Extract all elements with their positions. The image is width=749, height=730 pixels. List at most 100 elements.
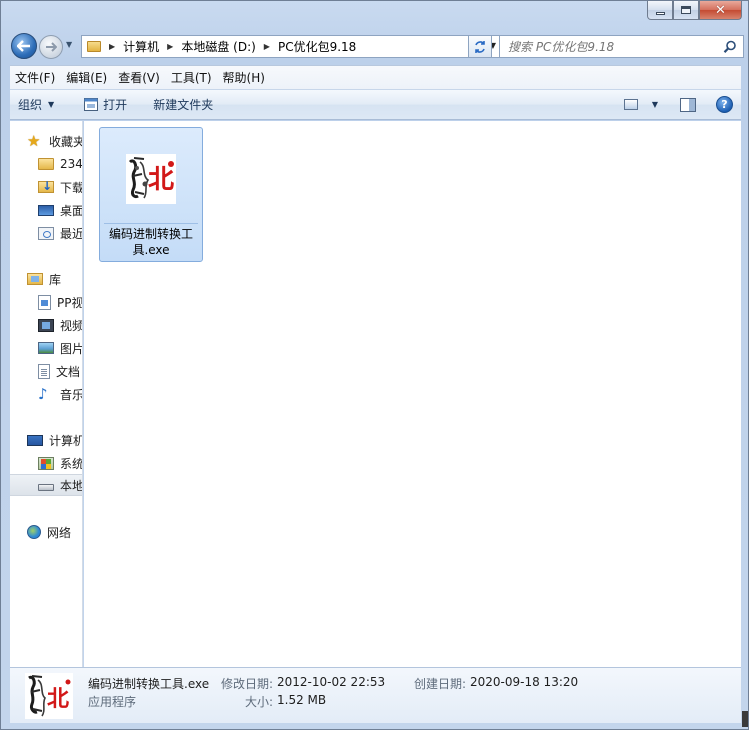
minimize-button[interactable] [647, 1, 673, 20]
details-badge-text: 北 [47, 686, 69, 712]
music-note-icon: ♪ [38, 385, 48, 403]
nav-item-label: 视频 [60, 318, 83, 333]
nav-item-label: 音乐 [60, 387, 83, 402]
file-icon-frame: 北 [104, 132, 198, 224]
nav-item-label: PP视频 [57, 295, 83, 310]
close-icon: ✕ [715, 2, 726, 18]
nav-item-label: 下载 [60, 180, 83, 195]
nav-computer[interactable]: 计算机 [27, 429, 83, 451]
nav-item-desktop[interactable]: 桌面 [38, 199, 82, 221]
exe-app-icon: 北 [25, 673, 73, 719]
nav-item-recent[interactable]: 最近访问的位置 [38, 222, 82, 244]
network-icon [27, 525, 41, 539]
folder-icon [38, 158, 54, 170]
view-options-dropdown-icon[interactable]: ▼ [652, 100, 658, 109]
nav-item-documents[interactable]: 文档 [38, 360, 80, 382]
document-icon [38, 363, 50, 379]
picture-icon [38, 342, 54, 354]
resize-grip[interactable] [742, 711, 748, 727]
command-bar: 组织 ▼ 打开 新建文件夹 ▼ ? [10, 89, 741, 120]
details-modified-label: 修改日期: [221, 677, 274, 691]
menu-edit[interactable]: 编辑(E) [61, 69, 112, 86]
details-created-label: 创建日期: [414, 677, 467, 691]
chevron-right-icon[interactable]: ▶ [264, 42, 270, 51]
back-button[interactable] [11, 33, 37, 59]
nav-libraries-label: 库 [49, 272, 62, 287]
help-icon[interactable]: ? [716, 96, 733, 113]
menu-help[interactable]: 帮助(H) [218, 69, 270, 86]
minimize-icon [655, 11, 665, 15]
library-icon [27, 273, 43, 285]
desktop-icon [38, 204, 54, 216]
maximize-button[interactable] [673, 1, 699, 20]
address-bar[interactable]: ▶ 计算机 ▶ 本地磁盘 (D:) ▶ PC优化包9.18 ▼ [81, 35, 501, 58]
nav-item-system-drive[interactable]: 系统 (C:) [38, 452, 83, 474]
nav-item-pp-video[interactable]: PP视频 [38, 291, 83, 313]
breadcrumb-computer[interactable]: 计算机 [123, 38, 159, 55]
nav-item-pictures[interactable]: 图片 [38, 337, 83, 359]
recent-places-icon [38, 226, 54, 240]
open-button[interactable]: 打开 [76, 90, 135, 119]
open-label: 打开 [103, 98, 128, 112]
star-icon: ★ [27, 132, 41, 150]
nav-item-videos[interactable]: 视频 [38, 314, 83, 336]
details-file-name: 编码进制转换工具.exe [88, 677, 210, 691]
nav-libraries[interactable]: 库 [27, 268, 61, 290]
chevron-right-icon[interactable]: ▶ [109, 42, 115, 51]
breadcrumb-drive-d[interactable]: 本地磁盘 (D:) [181, 38, 255, 55]
nav-item-music[interactable]: ♪ 音乐 [38, 383, 83, 405]
details-thumbnail: 北 [24, 672, 74, 720]
caption-buttons: ✕ [647, 1, 742, 21]
chevron-down-icon: ▼ [48, 100, 55, 109]
details-pane: 北 编码进制转换工具.exe 应用程序 修改日期: 2012-10-02 22:… [10, 667, 741, 723]
nav-network[interactable]: 网络 [27, 521, 71, 543]
organize-label: 组织 [18, 98, 43, 112]
change-view-icon[interactable] [623, 99, 638, 110]
breadcrumb-current-folder[interactable]: PC优化包9.18 [278, 38, 356, 55]
menu-file[interactable]: 文件(F) [10, 69, 60, 86]
search-icon[interactable] [723, 40, 737, 54]
details-size-label: 大小: [245, 695, 274, 709]
nav-favorites-label: 收藏夹 [49, 134, 83, 149]
nav-network-label: 网络 [47, 525, 72, 540]
close-button[interactable]: ✕ [699, 1, 742, 20]
nav-favorites[interactable]: ★ 收藏夹 [27, 130, 83, 152]
refresh-icon [475, 40, 485, 53]
nav-item-local-disk-d[interactable]: 本地磁盘 (D:) [10, 474, 82, 496]
nav-item-label: 234 [60, 157, 83, 171]
explorer-window: ✕ ▼ ▶ 计算机 ▶ 本地磁盘 (D:) ▶ PC优化包9.18 ▼ 文件(F… [0, 0, 749, 730]
nav-item-234[interactable]: 234 [38, 153, 83, 175]
chevron-right-icon[interactable]: ▶ [167, 42, 173, 51]
downloads-icon [38, 179, 54, 193]
nav-item-label: 系统 (C:) [60, 456, 83, 471]
navigation-row: ▼ ▶ 计算机 ▶ 本地磁盘 (D:) ▶ PC优化包9.18 ▼ [9, 31, 744, 61]
new-folder-label: 新建文件夹 [153, 98, 214, 112]
forward-button[interactable] [39, 35, 63, 59]
menu-tools[interactable]: 工具(T) [166, 69, 217, 86]
menu-view[interactable]: 查看(V) [113, 69, 165, 86]
file-icon-badge-text: 北 [148, 165, 174, 195]
organize-button[interactable]: 组织 ▼ [10, 90, 62, 119]
details-file-type: 应用程序 [88, 695, 137, 709]
nav-item-downloads[interactable]: 下载 [38, 176, 83, 198]
computer-icon [27, 434, 43, 446]
new-folder-button[interactable]: 新建文件夹 [145, 90, 221, 119]
details-modified-value: 2012-10-02 22:53 [277, 675, 386, 689]
recent-pages-dropdown-icon[interactable]: ▼ [66, 40, 72, 49]
file-list-area[interactable]: 北 编码进制转换工具.exe [84, 121, 741, 667]
preview-pane-icon[interactable] [680, 97, 696, 112]
maximize-icon [681, 6, 691, 14]
open-app-icon [84, 98, 99, 111]
nav-item-label: 图片 [60, 341, 83, 356]
hard-drive-icon [38, 484, 54, 491]
nav-item-label: 文档 [56, 364, 81, 379]
nav-computer-label: 计算机 [49, 433, 83, 448]
navigation-pane: ★ 收藏夹 234 下载 桌面 最近访问的位置 库 PP视频 视 [10, 121, 83, 667]
file-name-label: 编码进制转换工具.exe [108, 227, 193, 257]
refresh-button[interactable] [468, 35, 492, 58]
file-item[interactable]: 北 编码进制转换工具.exe [99, 127, 203, 262]
system-drive-icon [38, 456, 54, 470]
search-box[interactable] [499, 35, 744, 58]
details-size-value: 1.52 MB [277, 693, 327, 707]
search-input[interactable] [508, 39, 718, 54]
